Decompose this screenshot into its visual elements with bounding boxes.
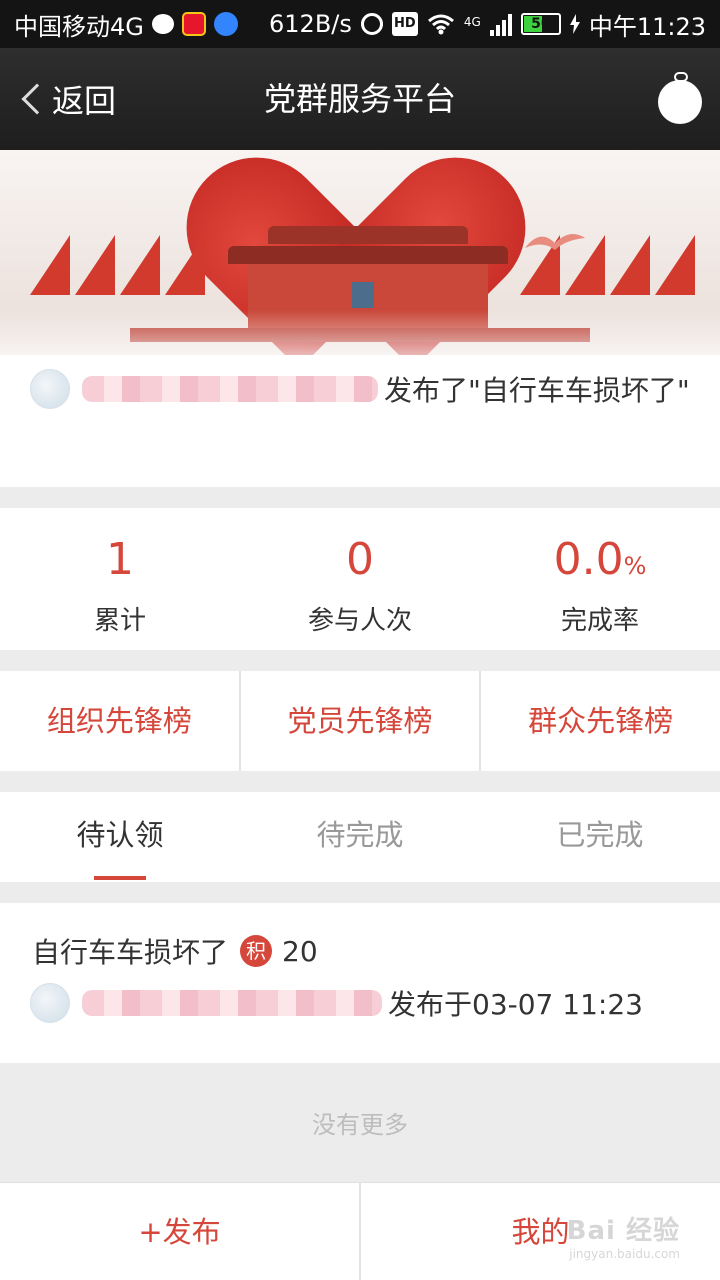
watermark-logo: Bai 经验 jingyan.baidu.com — [566, 1216, 680, 1261]
stat-total: 1 累计 — [0, 508, 240, 650]
blurred-username — [82, 376, 378, 402]
org-leaderboard-button[interactable]: 组织先锋榜 — [0, 671, 241, 771]
stat-completion-rate: 0.0% 完成率 — [480, 508, 720, 650]
carrier-label: 中国移动4G — [14, 12, 144, 41]
task-title: 自行车车损坏了 — [32, 936, 229, 969]
flag-graphic — [75, 235, 115, 295]
flag-graphic — [30, 235, 70, 295]
alarm-icon — [360, 13, 383, 35]
announcement-panel: 发布了"自行车车损坏了" — [0, 355, 720, 487]
blurred-username — [82, 990, 382, 1016]
publish-button[interactable]: +发布 — [0, 1183, 361, 1280]
clock: 中午11:23 — [588, 12, 706, 41]
dove-icon — [525, 234, 585, 250]
stat-unit: % — [623, 552, 647, 580]
net-speed: 612B/s — [269, 10, 352, 38]
stat-value: 1 — [106, 534, 134, 585]
bottom-bar: +发布 我的 Bai 经验 jingyan.baidu.com — [0, 1182, 720, 1280]
hd-icon: HD — [391, 12, 418, 36]
flag-graphic — [610, 235, 650, 295]
points-badge: 积 — [240, 935, 273, 967]
cloud-graphic — [0, 310, 720, 355]
task-tabs: 待认领 待完成 已完成 — [0, 792, 720, 882]
network-type: 4G — [463, 14, 481, 29]
tieba-icon — [213, 12, 238, 36]
stat-participants: 0 参与人次 — [240, 508, 480, 650]
wifi-icon — [427, 14, 454, 35]
flag-graphic — [165, 235, 205, 295]
flag-graphic — [120, 235, 160, 295]
leaderboard-links: 组织先锋榜 党员先锋榜 群众先锋榜 — [0, 671, 720, 771]
avatar — [30, 369, 70, 409]
status-bar: 中国移动4G 612B/s HD 4G 50 中午11:23 — [0, 0, 720, 48]
task-published: 发布于03-07 11:23 — [388, 988, 643, 1021]
announcement-item[interactable]: 发布了"自行车车损坏了" — [30, 365, 700, 413]
signal-icon — [489, 12, 512, 36]
banner-image[interactable] — [0, 150, 720, 355]
stat-label: 参与人次 — [307, 606, 412, 636]
user-avatar-button[interactable] — [656, 72, 704, 128]
announcement-text: 发布了"自行车车损坏了" — [384, 374, 690, 407]
task-points: 20 — [282, 934, 318, 968]
public-leaderboard-button[interactable]: 群众先锋榜 — [481, 671, 720, 771]
list-item[interactable]: 自行车车损坏了 积 20 发布于03-07 11:23 — [0, 903, 720, 1063]
stats-panel: 1 累计 0 参与人次 0.0% 完成率 — [0, 508, 720, 650]
charging-icon — [569, 14, 580, 34]
flag-graphic — [655, 235, 695, 295]
tab-completed[interactable]: 已完成 — [480, 792, 720, 882]
wechat-icon — [151, 14, 174, 34]
tab-to-complete[interactable]: 待完成 — [240, 792, 480, 882]
stat-value: 0.0 — [553, 534, 624, 585]
list-end-label: 没有更多 — [312, 1111, 408, 1139]
stat-label: 累计 — [93, 606, 146, 636]
stat-label: 完成率 — [560, 606, 639, 636]
member-leaderboard-button[interactable]: 党员先锋榜 — [241, 671, 482, 771]
nav-bar: 返回 党群服务平台 — [0, 48, 720, 150]
weibo-icon — [181, 12, 206, 36]
avatar-icon — [658, 80, 702, 124]
battery-icon: 50 — [520, 13, 561, 35]
tab-to-claim[interactable]: 待认领 — [0, 792, 240, 882]
avatar — [30, 983, 70, 1023]
stat-value: 0 — [346, 534, 374, 585]
page-title: 党群服务平台 — [263, 80, 456, 118]
battery-level: 50 — [531, 16, 551, 32]
